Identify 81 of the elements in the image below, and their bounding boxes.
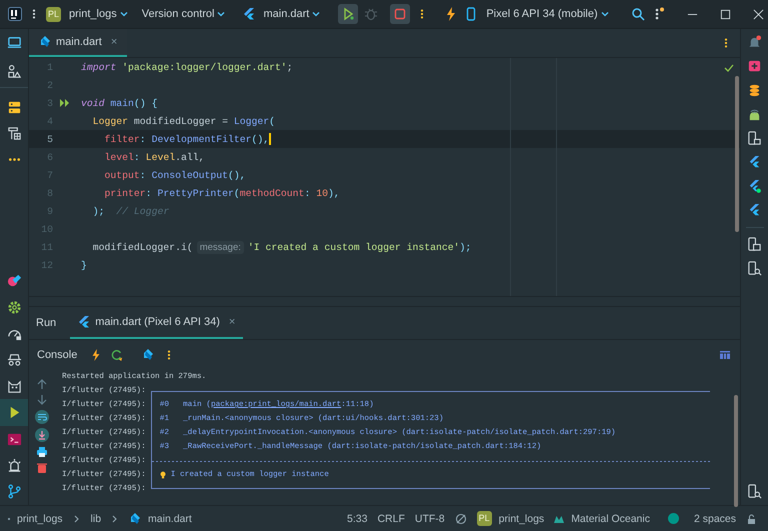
device-icon[interactable] bbox=[747, 237, 762, 252]
chevron-icon bbox=[312, 10, 320, 18]
run-panel-title: Run bbox=[35, 317, 58, 329]
code-line: output: ConsoleOutput(), bbox=[104, 170, 246, 180]
run-marker-icon[interactable] bbox=[60, 99, 70, 107]
breadcrumb[interactable]: lib bbox=[90, 512, 102, 524]
chevron-icon bbox=[112, 514, 118, 522]
database-icon[interactable] bbox=[747, 83, 762, 98]
print-icon[interactable] bbox=[36, 446, 48, 458]
trash-icon[interactable] bbox=[36, 462, 48, 474]
app-logo-icon[interactable] bbox=[8, 7, 22, 21]
device-dropdown[interactable]: Pixel 6 API 34 (mobile) bbox=[484, 6, 611, 22]
play-icon[interactable] bbox=[0, 399, 28, 426]
breadcrumb[interactable]: print_logs bbox=[17, 512, 63, 524]
project-badge: PL bbox=[476, 511, 492, 526]
chevron-icon bbox=[217, 10, 226, 18]
dart-icon bbox=[39, 36, 51, 48]
flutter-icon bbox=[78, 316, 90, 328]
close-icon[interactable] bbox=[752, 8, 764, 20]
indent-setting[interactable]: 2 spaces bbox=[694, 512, 736, 524]
theme-name[interactable]: Material Oceanic bbox=[571, 512, 650, 524]
theme-icon bbox=[554, 514, 564, 522]
lightbulb-icon bbox=[160, 471, 166, 479]
project-badge: PL bbox=[46, 6, 62, 22]
project-dropdown[interactable]: print_logs bbox=[67, 6, 130, 22]
kebab-icon[interactable] bbox=[167, 349, 172, 361]
lock-icon[interactable] bbox=[746, 512, 758, 524]
flutter-icon[interactable] bbox=[747, 203, 762, 218]
android-icon[interactable] bbox=[747, 107, 762, 122]
reload-icon[interactable] bbox=[111, 349, 124, 361]
vcs-dropdown[interactable]: Version control bbox=[140, 6, 228, 22]
cursor-position[interactable]: 5:33 bbox=[347, 512, 368, 524]
wrap-icon[interactable] bbox=[35, 410, 49, 424]
scrollbar-thumb[interactable] bbox=[734, 395, 738, 507]
chevron-icon bbox=[600, 10, 609, 18]
flutter-icon[interactable] bbox=[747, 155, 762, 170]
scroll-end-icon[interactable] bbox=[35, 428, 49, 442]
no-edit-icon[interactable] bbox=[454, 512, 467, 524]
code-line: ); // Logger bbox=[92, 206, 170, 216]
flutter-icon[interactable] bbox=[747, 179, 762, 194]
code-line: filter: DevelopmentFilter(), bbox=[104, 133, 271, 145]
code-line: import 'package:logger/logger.dart'; bbox=[81, 62, 293, 72]
run-tab[interactable]: main.dart (Pixel 6 API 34) × bbox=[70, 307, 244, 339]
close-icon[interactable]: × bbox=[110, 36, 118, 48]
status-dot[interactable] bbox=[668, 513, 679, 524]
code-line: void main() { bbox=[81, 98, 158, 108]
console-tab[interactable]: Console bbox=[37, 349, 78, 361]
device-search-icon[interactable] bbox=[747, 484, 762, 499]
code-line: level: Level.all, bbox=[104, 152, 204, 162]
kebab-icon[interactable] bbox=[32, 8, 36, 20]
device-search-icon[interactable] bbox=[747, 261, 762, 276]
device-icon[interactable] bbox=[747, 131, 762, 146]
dart-icon[interactable] bbox=[142, 349, 154, 361]
line-separator[interactable]: CRLF bbox=[377, 512, 405, 524]
stop-button[interactable] bbox=[390, 4, 410, 24]
line-number: 5 bbox=[46, 134, 53, 144]
code-line: printer: PrettyPrinter(methodCount: 10), bbox=[104, 188, 340, 198]
chevron-icon bbox=[74, 514, 80, 522]
lightning-icon[interactable] bbox=[90, 349, 102, 361]
kebab-icon[interactable] bbox=[724, 37, 728, 49]
layout-icon[interactable] bbox=[720, 351, 730, 359]
code-line: Logger modifiedLogger = Logger( bbox=[92, 116, 276, 126]
run-config-dropdown[interactable]: main.dart bbox=[261, 6, 322, 22]
flutter-icon bbox=[243, 8, 256, 20]
breadcrumb[interactable]: main.dart bbox=[148, 512, 192, 524]
scrollbar-thumb[interactable] bbox=[735, 76, 739, 232]
kebab-icon[interactable] bbox=[420, 8, 424, 20]
chevron-icon bbox=[120, 10, 128, 18]
down-arrow-icon[interactable] bbox=[36, 394, 48, 406]
code-line: modifiedLogger.i( message: 'I created a custom logger instance'); bbox=[92, 240, 472, 254]
run-button[interactable] bbox=[338, 4, 358, 24]
project-name[interactable]: print_logs bbox=[498, 512, 544, 524]
file-encoding[interactable]: UTF-8 bbox=[414, 512, 445, 524]
close-icon[interactable]: × bbox=[228, 316, 236, 328]
up-arrow-icon[interactable] bbox=[36, 378, 48, 390]
code-line: } bbox=[81, 260, 87, 270]
search-icon[interactable] bbox=[630, 7, 645, 21]
plus-icon[interactable] bbox=[747, 59, 762, 74]
dart-icon bbox=[129, 512, 142, 524]
maximize-icon[interactable] bbox=[720, 8, 731, 20]
check-icon bbox=[724, 64, 734, 72]
